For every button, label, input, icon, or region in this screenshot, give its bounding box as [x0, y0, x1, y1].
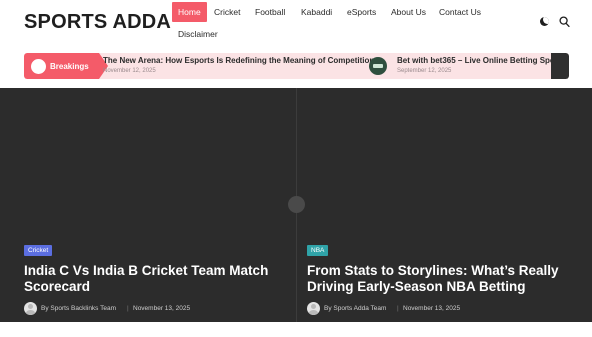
post-date: November 13, 2025 [133, 305, 191, 312]
nav-item-home[interactable]: Home [172, 2, 207, 22]
featured-post-card[interactable]: Cricket India C Vs India B Cricket Team … [24, 239, 268, 316]
avatar [24, 302, 37, 315]
post-title-line[interactable]: Scorecard [24, 279, 90, 294]
meta-separator: | [127, 305, 129, 312]
post-meta: By Sports Adda Team | November 13, 2025 [307, 302, 559, 316]
header-icons [540, 16, 570, 28]
category-badge[interactable]: Cricket [24, 245, 53, 256]
nav-item-contact-us[interactable]: Contact Us [439, 7, 481, 17]
nav-item-about-us[interactable]: About Us [391, 7, 426, 17]
breakings-dot-icon [31, 59, 46, 74]
search-icon[interactable] [559, 16, 570, 28]
post-title-line[interactable]: Driving Early-Season NBA Betting [307, 279, 526, 294]
avatar [307, 302, 320, 315]
post-meta: By Sports Backlinks Team | November 13, … [24, 302, 268, 316]
site-logo[interactable]: SPORTS ADDA [24, 11, 171, 34]
breakings-label-box: Breakings [24, 53, 99, 79]
site-header: SPORTS ADDA Home Cricket Football Kabadd… [0, 0, 592, 50]
nav-item-cricket[interactable]: Cricket [214, 7, 240, 17]
featured-slider: Cricket India C Vs India B Cricket Team … [0, 88, 592, 322]
ticker-item-title[interactable]: The New Arena: How Esports Is Redefining… [103, 56, 374, 65]
slider-center-dot-icon[interactable] [288, 196, 305, 213]
post-title[interactable]: India C Vs India B Cricket Team Match Sc… [24, 263, 268, 295]
post-author[interactable]: By Sports Adda Team [324, 305, 386, 312]
breaking-news-ticker: Breakings The New Arena: How Esports Is … [24, 53, 569, 79]
breakings-label: Breakings [50, 62, 89, 71]
featured-post-card[interactable]: NBA From Stats to Storylines: What’s Rea… [307, 239, 559, 316]
post-author[interactable]: By Sports Backlinks Team [41, 305, 116, 312]
nav-item-kabaddi[interactable]: Kabaddi [301, 7, 332, 17]
ticker-control[interactable] [551, 53, 569, 79]
ticker-item[interactable]: The New Arena: How Esports Is Redefining… [103, 56, 374, 74]
category-badge[interactable]: NBA [307, 245, 329, 256]
post-title-line[interactable]: From Stats to Storylines: What’s Really [307, 263, 559, 278]
post-title-line[interactable]: India C Vs India B Cricket Team Match [24, 263, 268, 278]
ticker-thumbnail[interactable] [369, 57, 387, 75]
ticker-item-date: November 12, 2025 [103, 68, 156, 74]
post-date: November 13, 2025 [403, 305, 461, 312]
ticker-item-title[interactable]: Bet with bet365 – Live Online Betting Sp… [397, 56, 558, 65]
meta-separator: | [397, 305, 399, 312]
post-title[interactable]: From Stats to Storylines: What’s Really … [307, 263, 559, 295]
ticker-item[interactable]: Bet with bet365 – Live Online Betting Sp… [397, 56, 558, 74]
nav-item-disclaimer[interactable]: Disclaimer [178, 29, 218, 39]
nav-item-esports[interactable]: eSports [347, 7, 376, 17]
ticker-item-date: September 12, 2025 [397, 68, 452, 74]
moon-icon[interactable] [540, 17, 549, 26]
nav-item-football[interactable]: Football [255, 7, 285, 17]
